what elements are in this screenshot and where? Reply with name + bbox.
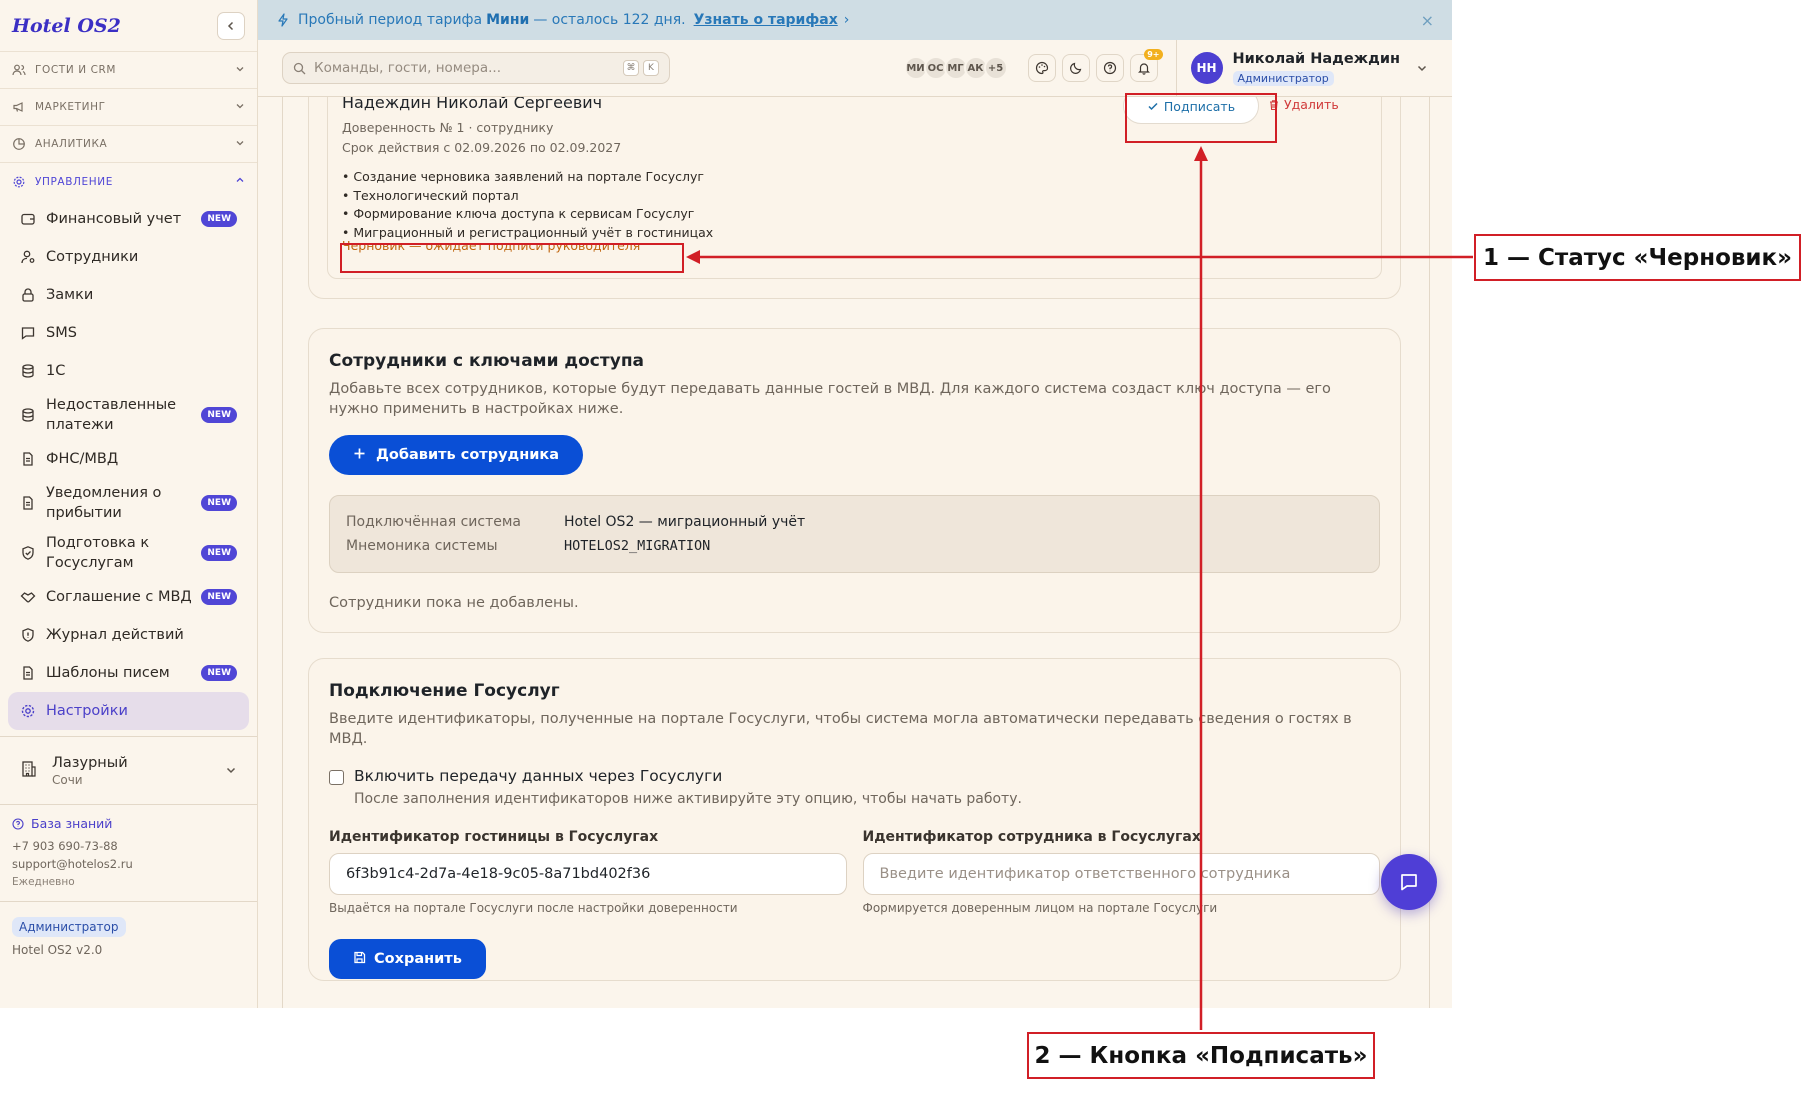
callout-draft-status: 1 — Статус «Черновик»	[1474, 234, 1801, 281]
arrowhead-sign	[1194, 146, 1208, 161]
annotation-arrows	[686, 146, 1473, 1030]
arrowhead-status	[686, 250, 700, 264]
callout-sign-button: 2 — Кнопка «Подписать»	[1027, 1032, 1375, 1079]
